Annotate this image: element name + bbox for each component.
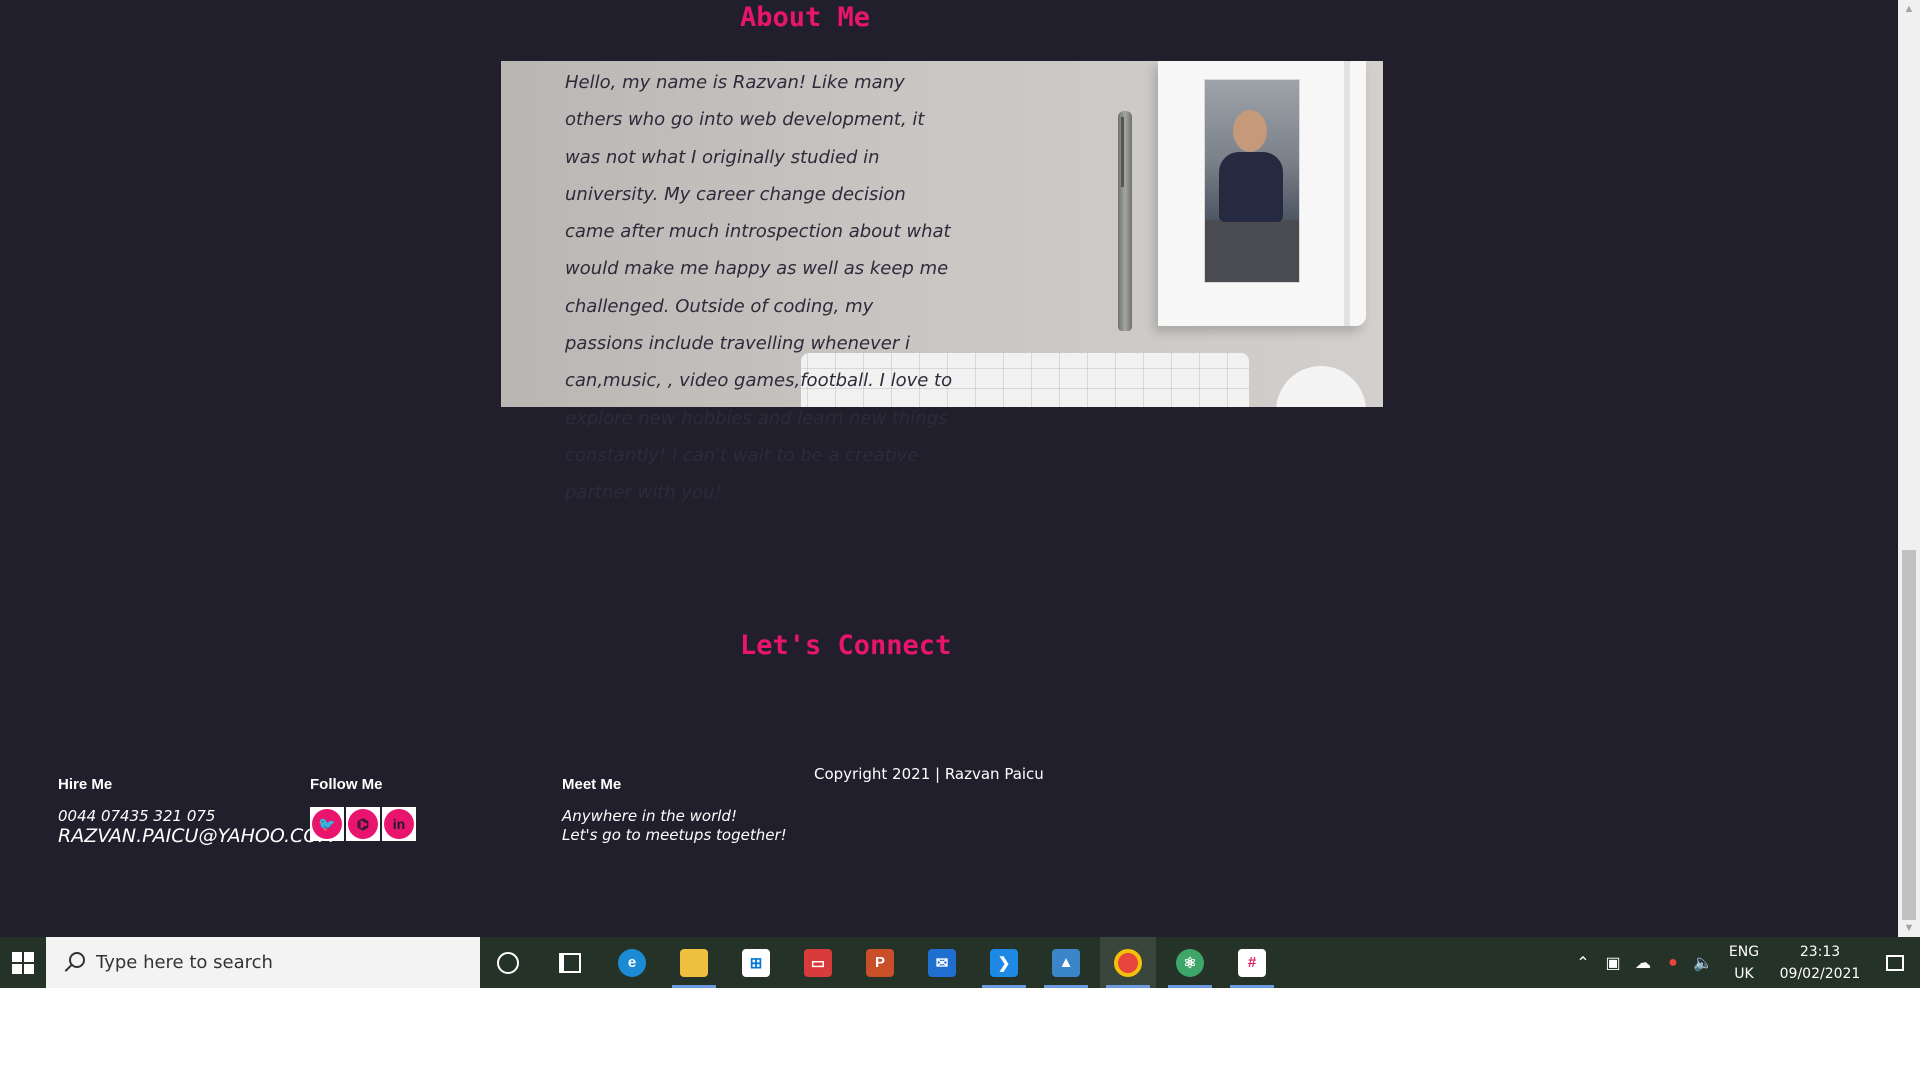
profile-photo [1204, 79, 1300, 283]
volume-icon[interactable]: 🔈 [1688, 953, 1718, 973]
slack-icon[interactable]: # [1224, 937, 1280, 988]
scroll-down-arrow-icon[interactable]: ▼ [1898, 919, 1920, 937]
windows-logo-icon [12, 951, 34, 974]
notification-center-icon[interactable] [1870, 937, 1920, 988]
edge-icon[interactable]: e [604, 937, 660, 988]
clock-date: 09/02/2021 [1779, 965, 1861, 982]
powerpoint-icon[interactable]: P [852, 937, 908, 988]
notebook-image [1158, 61, 1366, 326]
system-tray: ⌃ ▣ ☁ ● 🔈 ENG UK 23:13 09/02/2021 [1568, 937, 1920, 988]
cortana-icon[interactable] [480, 937, 536, 988]
taskbar-search-box[interactable]: Type here to search [46, 937, 480, 988]
language-line-1: ENG [1728, 943, 1760, 960]
windows-taskbar: Type here to search e ⊞ ▭ P ✉ ❯ ▲ ⚛ # ⌃ … [0, 937, 1920, 988]
task-view-icon[interactable] [542, 937, 598, 988]
store-icon[interactable]: ⊞ [728, 937, 784, 988]
github-icon[interactable]: ⌬ [346, 807, 380, 841]
photos-icon[interactable]: ▲ [1038, 937, 1094, 988]
scroll-thumb[interactable] [1902, 550, 1916, 920]
pen-image [1118, 111, 1132, 331]
about-paragraph: Hello, my name is Razvan! Like many othe… [565, 72, 953, 504]
meet-line-2: Let's go to meetups together! [562, 826, 787, 844]
office-icon[interactable]: ▭ [790, 937, 846, 988]
clock-time: 23:13 [1799, 943, 1841, 960]
vscode-icon[interactable]: ❯ [976, 937, 1032, 988]
email-link[interactable]: RAZVAN.PAICU@YAHOO.COM [58, 826, 335, 847]
meet-now-icon[interactable]: ▣ [1598, 953, 1628, 973]
mouse-image [1276, 366, 1366, 407]
phone-number[interactable]: 0044 07435 321 075 [58, 807, 298, 826]
twitter-icon[interactable]: 🐦 [310, 807, 344, 841]
file-explorer-icon[interactable] [666, 937, 722, 988]
clock[interactable]: 23:13 09/02/2021 [1770, 941, 1870, 985]
meet-line-1: Anywhere in the world! [562, 807, 737, 825]
search-icon [62, 951, 85, 974]
language-line-2: UK [1734, 965, 1754, 982]
language-indicator[interactable]: ENG UK [1718, 941, 1770, 985]
scroll-up-arrow-icon[interactable]: ▲ [1898, 0, 1920, 18]
chevron-up-icon[interactable]: ⌃ [1568, 953, 1598, 973]
about-title: About Me [740, 2, 871, 33]
start-button[interactable] [0, 937, 46, 988]
footer-meet-column: Meet Me Anywhere in the world! Let's go … [562, 776, 822, 845]
copyright-text: Copyright 2021 | Razvan Paicu [814, 765, 1044, 783]
linkedin-icon[interactable]: in [382, 807, 416, 841]
connect-title: Let's Connect [740, 630, 952, 661]
antivirus-icon[interactable]: ● [1658, 954, 1688, 972]
portfolio-page: About Me Hello, my name is Razvan! Like … [0, 0, 1898, 937]
chrome-icon[interactable] [1100, 937, 1156, 988]
onedrive-icon[interactable]: ☁ [1628, 953, 1658, 973]
meet-heading: Meet Me [562, 776, 622, 793]
footer-hire-column: Hire Me 0044 07435 321 075 RAZVAN.PAICU@… [58, 776, 335, 847]
atom-icon[interactable]: ⚛ [1162, 937, 1218, 988]
follow-heading: Follow Me [310, 776, 383, 793]
mail-icon[interactable]: ✉ [914, 937, 970, 988]
social-icons: 🐦 ⌬ in [310, 807, 510, 841]
search-placeholder: Type here to search [96, 952, 273, 973]
hire-heading: Hire Me [58, 776, 113, 793]
footer-follow-column: Follow Me 🐦 ⌬ in [310, 776, 510, 841]
page-scrollbar[interactable]: ▲ ▼ [1898, 0, 1920, 937]
